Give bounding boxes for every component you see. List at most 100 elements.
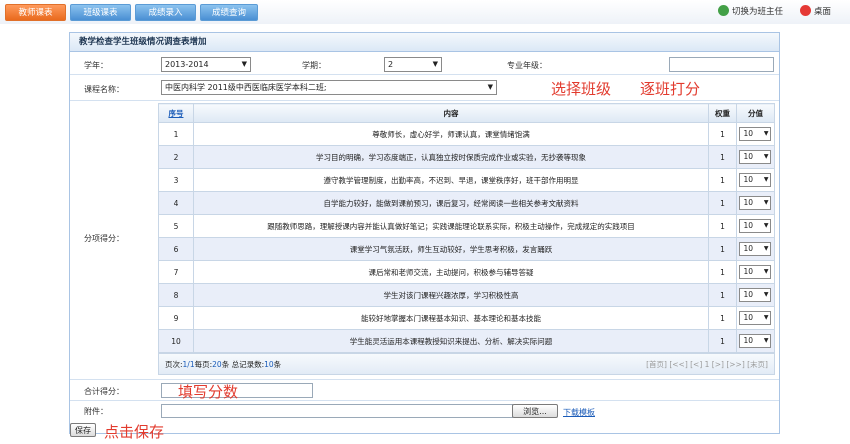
dropdown-arrow-icon: ▼ [241, 60, 247, 68]
row-score-cell: 10 ▼ [735, 306, 776, 330]
score-select[interactable]: 10 ▼ [739, 288, 772, 302]
row-content: 课堂学习气氛活跃，师生互动较好，学生思考积极，发言踊跃 [192, 237, 710, 261]
row-seq: 2 [158, 145, 194, 169]
desktop-label: 桌面 [814, 7, 832, 17]
score-select[interactable]: 10 ▼ [739, 219, 772, 233]
score-table: 序号 内容 权重 分值 1 尊敬师长，虚心好学，师课认真，课堂情绪饱满 1 10 ▼ 2 学… [158, 103, 776, 353]
row-weight: 1 [708, 283, 737, 307]
row-weight: 1 [708, 191, 737, 215]
switch-role-button[interactable]: 切换为班主任 [718, 5, 783, 20]
course-label: 课程名称： [84, 85, 124, 94]
score-value: 10 [743, 152, 754, 161]
annotation-score-each: 逐班打分 [640, 80, 701, 98]
dropdown-arrow-icon: ▼ [763, 153, 769, 160]
score-select[interactable]: 10 ▼ [739, 265, 772, 279]
tab-score-query[interactable]: 成绩查询 [200, 4, 258, 21]
dropdown-arrow-icon: ▼ [763, 130, 769, 137]
row-weight: 1 [708, 145, 737, 169]
year-value: 2013-2014 [165, 60, 209, 69]
form-row-attachment: 附件： 浏览... 下载模板 [70, 402, 779, 420]
course-value: 中医内科学 2011级中西医临床医学本科二班; [165, 83, 327, 92]
page-value: 1/1 [182, 360, 195, 369]
download-template-link[interactable]: 下载模板 [563, 407, 595, 418]
row-weight: 1 [708, 122, 737, 146]
term-label: 学期： [302, 61, 326, 70]
header-score: 分值 [735, 103, 776, 123]
attachment-label: 附件： [84, 407, 108, 416]
form-row-total: 合计得分： [70, 379, 779, 401]
row-content: 学生对该门课程兴趣浓厚，学习积极性高 [192, 283, 710, 307]
dropdown-arrow-icon: ▼ [487, 83, 493, 91]
row-score-cell: 10 ▼ [735, 260, 776, 284]
header-weight: 权重 [708, 103, 737, 123]
annotation-fill-score: 填写分数 [178, 383, 239, 401]
score-value: 10 [743, 198, 754, 207]
row-content: 尊敬师长，虚心好学，师课认真，课堂情绪饱满 [192, 122, 710, 146]
dropdown-arrow-icon: ▼ [763, 291, 769, 298]
browse-button[interactable]: 浏览... [512, 404, 558, 418]
score-select[interactable]: 10 ▼ [739, 196, 772, 210]
row-weight: 1 [708, 329, 737, 353]
year-label: 学年： [84, 61, 108, 70]
per-page-value: 20 [212, 360, 222, 369]
score-value: 10 [743, 336, 754, 345]
course-select[interactable]: 中医内科学 2011级中西医临床医学本科二班; ▼ [161, 80, 497, 95]
year-select[interactable]: 2013-2014 ▼ [161, 57, 251, 72]
row-score-cell: 10 ▼ [735, 283, 776, 307]
score-select[interactable]: 10 ▼ [739, 150, 772, 164]
grade-input[interactable] [669, 57, 774, 72]
score-select[interactable]: 10 ▼ [739, 173, 772, 187]
row-seq: 6 [158, 237, 194, 261]
tab-teacher-schedule[interactable]: 教师课表 [5, 4, 66, 21]
desktop-button[interactable]: 桌面 [800, 5, 831, 20]
row-content: 学生能灵活运用本课程教授知识来提出、分析、解决实际问题 [192, 329, 710, 353]
header-seq[interactable]: 序号 [158, 103, 194, 123]
total-label: 合计得分： [84, 387, 124, 396]
table-row: 7 课后常和老师交流，主动提问，积极参与辅导答疑 1 10 ▼ [158, 260, 776, 284]
score-select[interactable]: 10 ▼ [739, 127, 772, 141]
table-row: 6 课堂学习气氛活跃，师生互动较好，学生思考积极，发言踊跃 1 10 ▼ [158, 237, 776, 261]
table-row: 10 学生能灵活运用本课程教授知识来提出、分析、解决实际问题 1 10 ▼ [158, 329, 776, 353]
table-row: 3 遵守教学管理制度，出勤率高，不迟到、早退，课堂秩序好，班干部作用明显 1 10 ▼ [158, 168, 776, 192]
annotation-select-class: 选择班级 [551, 80, 612, 98]
table-row: 9 能较好地掌握本门课程基本知识、基本理论和基本技能 1 10 ▼ [158, 306, 776, 330]
tab-class-schedule[interactable]: 班级课表 [70, 4, 131, 21]
score-value: 10 [743, 175, 754, 184]
score-select[interactable]: 10 ▼ [739, 242, 772, 256]
score-value: 10 [743, 129, 754, 138]
row-weight: 1 [708, 260, 737, 284]
form-row-year: 学年： 2013-2014 ▼ 学期： 2 ▼ 专业年级： [70, 53, 779, 75]
save-button[interactable]: 保存 [70, 423, 96, 437]
row-seq: 3 [158, 168, 194, 192]
refresh-icon [718, 5, 729, 16]
table-row: 4 自学能力较好，能做到课前预习，课后复习，经常阅读一些相关参考文献资料 1 10 ▼ [158, 191, 776, 215]
dropdown-arrow-icon: ▼ [763, 337, 769, 344]
score-value: 10 [743, 290, 754, 299]
row-seq: 4 [158, 191, 194, 215]
row-content: 跟随教师思路，理解授课内容并能认真做好笔记；实践课能理论联系实际，积极主动操作，… [192, 214, 710, 238]
top-navigation-bar: 教师课表 班级课表 成绩录入 成绩查询 切换为班主任 桌面 [0, 0, 850, 24]
score-value: 10 [743, 244, 754, 253]
table-row: 5 跟随教师思路，理解授课内容并能认真做好笔记；实践课能理论联系实际，积极主动操作… [158, 214, 776, 238]
grade-label: 专业年级： [507, 61, 547, 70]
row-weight: 1 [708, 237, 737, 261]
annotation-click-save: 点击保存 [104, 423, 165, 441]
row-weight: 1 [708, 214, 737, 238]
dropdown-arrow-icon: ▼ [763, 222, 769, 229]
dropdown-arrow-icon: ▼ [432, 60, 438, 68]
dropdown-arrow-icon: ▼ [763, 176, 769, 183]
term-select[interactable]: 2 ▼ [384, 57, 442, 72]
row-seq: 9 [158, 306, 194, 330]
tab-score-entry[interactable]: 成绩录入 [135, 4, 196, 21]
dropdown-arrow-icon: ▼ [763, 314, 769, 321]
table-row: 8 学生对该门课程兴趣浓厚，学习积极性高 1 10 ▼ [158, 283, 776, 307]
pager-summary: 页次:1/1每页:20条 总记录数:10条 [165, 360, 282, 369]
score-select[interactable]: 10 ▼ [739, 334, 772, 348]
pager-navigation[interactable]: [首页] [<<] [<] 1 [>] [>>] [末页] [646, 354, 768, 376]
score-select[interactable]: 10 ▼ [739, 311, 772, 325]
attachment-file-input[interactable] [161, 404, 513, 418]
row-seq: 10 [158, 329, 194, 353]
desktop-icon [800, 5, 811, 16]
row-score-cell: 10 ▼ [735, 145, 776, 169]
row-score-cell: 10 ▼ [735, 168, 776, 192]
